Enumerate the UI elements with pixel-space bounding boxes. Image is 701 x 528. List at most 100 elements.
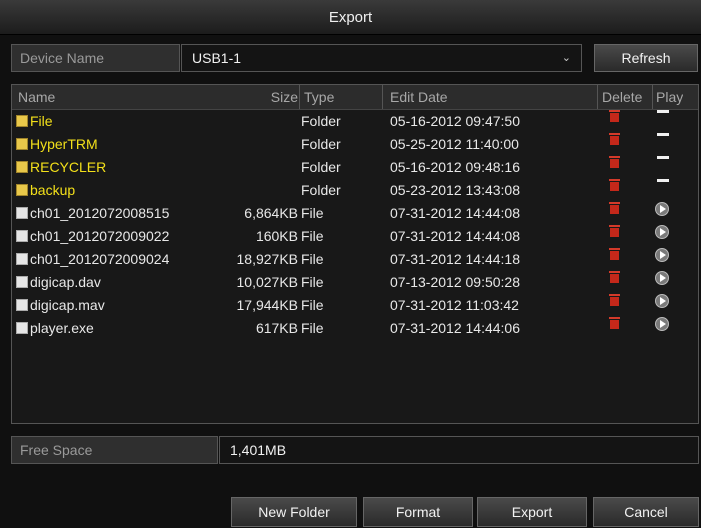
dash-icon bbox=[657, 179, 669, 182]
file-type: File bbox=[301, 274, 324, 290]
file-icon bbox=[16, 322, 28, 334]
header-delete: Delete bbox=[602, 89, 643, 105]
play-icon[interactable] bbox=[655, 202, 669, 216]
file-icon bbox=[16, 207, 28, 219]
free-space-label: Free Space bbox=[11, 436, 218, 464]
file-edit-date: 05-23-2012 13:43:08 bbox=[390, 182, 520, 198]
trash-icon[interactable] bbox=[609, 156, 620, 168]
header-separator bbox=[652, 85, 653, 109]
file-icon bbox=[16, 299, 28, 311]
file-size: 17,944KB bbox=[236, 297, 299, 313]
format-button[interactable]: Format bbox=[363, 497, 473, 527]
header-separator bbox=[382, 85, 383, 109]
header-type[interactable]: Type bbox=[304, 85, 334, 109]
file-list-header: Name Size Type Edit Date Delete Play bbox=[12, 85, 698, 110]
dash-icon bbox=[657, 133, 669, 136]
file-name: HyperTRM bbox=[30, 136, 98, 152]
table-row[interactable]: ch01_2012072009022 160KB File 07-31-2012 14… bbox=[12, 225, 698, 248]
export-button[interactable]: Export bbox=[477, 497, 587, 527]
table-row[interactable]: RECYCLER Folder 05-16-2012 09:48:16 bbox=[12, 156, 698, 179]
folder-icon bbox=[16, 138, 28, 150]
file-edit-date: 05-25-2012 11:40:00 bbox=[390, 136, 519, 152]
file-icon bbox=[16, 276, 28, 288]
trash-icon[interactable] bbox=[609, 294, 620, 306]
file-edit-date: 07-31-2012 11:03:42 bbox=[390, 297, 519, 313]
table-row[interactable]: player.exe 617KB File 07-31-2012 14:44:06 bbox=[12, 317, 698, 340]
table-row[interactable]: digicap.dav 10,027KB File 07-13-2012 09:50:… bbox=[12, 271, 698, 294]
file-name: digicap.mav bbox=[30, 297, 105, 313]
file-type: Folder bbox=[301, 136, 341, 152]
table-row[interactable]: File Folder 05-16-2012 09:47:50 bbox=[12, 110, 698, 133]
file-size: 6,864KB bbox=[244, 205, 298, 221]
dash-icon bbox=[657, 110, 669, 113]
refresh-button[interactable]: Refresh bbox=[594, 44, 698, 72]
file-edit-date: 05-16-2012 09:47:50 bbox=[390, 113, 520, 129]
file-name: RECYCLER bbox=[30, 159, 107, 175]
file-size: 10,027KB bbox=[236, 274, 299, 290]
trash-icon[interactable] bbox=[609, 202, 620, 214]
file-name: player.exe bbox=[30, 320, 94, 336]
trash-icon[interactable] bbox=[609, 179, 620, 191]
header-name[interactable]: Name bbox=[18, 85, 55, 109]
table-row[interactable]: HyperTRM Folder 05-25-2012 11:40:00 bbox=[12, 133, 698, 156]
file-type: File bbox=[301, 228, 324, 244]
header-size[interactable]: Size bbox=[258, 85, 298, 109]
file-name: backup bbox=[30, 182, 76, 198]
file-icon bbox=[16, 253, 28, 265]
file-name: ch01_2012072008515 bbox=[30, 205, 170, 221]
trash-icon[interactable] bbox=[609, 317, 620, 329]
play-icon[interactable] bbox=[655, 317, 669, 331]
folder-icon bbox=[16, 115, 28, 127]
file-type: File bbox=[301, 320, 324, 336]
device-select-value: USB1-1 bbox=[192, 50, 242, 66]
header-separator bbox=[299, 85, 300, 109]
file-edit-date: 07-31-2012 14:44:08 bbox=[390, 228, 520, 244]
file-type: File bbox=[301, 205, 324, 221]
folder-icon bbox=[16, 184, 28, 196]
file-size: 617KB bbox=[255, 320, 298, 336]
folder-icon bbox=[16, 161, 28, 173]
chevron-down-icon[interactable]: ⌄ bbox=[562, 45, 571, 71]
new-folder-button[interactable]: New Folder bbox=[231, 497, 357, 527]
play-icon[interactable] bbox=[655, 225, 669, 239]
file-type: Folder bbox=[301, 182, 341, 198]
file-type: Folder bbox=[301, 159, 341, 175]
table-row[interactable]: ch01_2012072009024 18,927KB File 07-31-2012… bbox=[12, 248, 698, 271]
trash-icon[interactable] bbox=[609, 133, 620, 145]
file-name: File bbox=[30, 113, 53, 129]
cancel-button[interactable]: Cancel bbox=[593, 497, 699, 527]
dash-icon bbox=[657, 156, 669, 159]
file-type: File bbox=[301, 297, 324, 313]
table-row[interactable]: backup Folder 05-23-2012 13:43:08 bbox=[12, 179, 698, 202]
file-edit-date: 07-31-2012 14:44:08 bbox=[390, 205, 520, 221]
trash-icon[interactable] bbox=[609, 248, 620, 260]
file-name: ch01_2012072009022 bbox=[30, 228, 170, 244]
trash-icon[interactable] bbox=[609, 225, 620, 237]
file-type: Folder bbox=[301, 113, 341, 129]
table-row[interactable]: digicap.mav 17,944KB File 07-31-2012 11:03:… bbox=[12, 294, 698, 317]
device-select[interactable]: USB1-1 ⌄ bbox=[181, 44, 582, 72]
free-space-value: 1,401MB bbox=[219, 436, 699, 464]
file-icon bbox=[16, 230, 28, 242]
play-icon[interactable] bbox=[655, 248, 669, 262]
file-size: 18,927KB bbox=[236, 251, 299, 267]
file-name: digicap.dav bbox=[30, 274, 101, 290]
header-edit-date[interactable]: Edit Date bbox=[390, 85, 448, 109]
play-icon[interactable] bbox=[655, 294, 669, 308]
table-row[interactable]: ch01_2012072008515 6,864KB File 07-31-2012 … bbox=[12, 202, 698, 225]
trash-icon[interactable] bbox=[609, 271, 620, 283]
file-edit-date: 07-31-2012 14:44:06 bbox=[390, 320, 520, 336]
header-play: Play bbox=[656, 89, 684, 105]
file-type: File bbox=[301, 251, 324, 267]
window-title: Export bbox=[0, 0, 701, 35]
file-edit-date: 05-16-2012 09:48:16 bbox=[390, 159, 520, 175]
file-name: ch01_2012072009024 bbox=[30, 251, 170, 267]
trash-icon[interactable] bbox=[609, 110, 620, 122]
file-edit-date: 07-13-2012 09:50:28 bbox=[390, 274, 520, 290]
device-name-label: Device Name bbox=[11, 44, 180, 72]
file-list[interactable]: Name Size Type Edit Date Delete Play Fil… bbox=[11, 84, 699, 424]
play-icon[interactable] bbox=[655, 271, 669, 285]
file-edit-date: 07-31-2012 14:44:18 bbox=[390, 251, 520, 267]
header-separator bbox=[597, 85, 598, 109]
file-size: 160KB bbox=[255, 228, 298, 244]
